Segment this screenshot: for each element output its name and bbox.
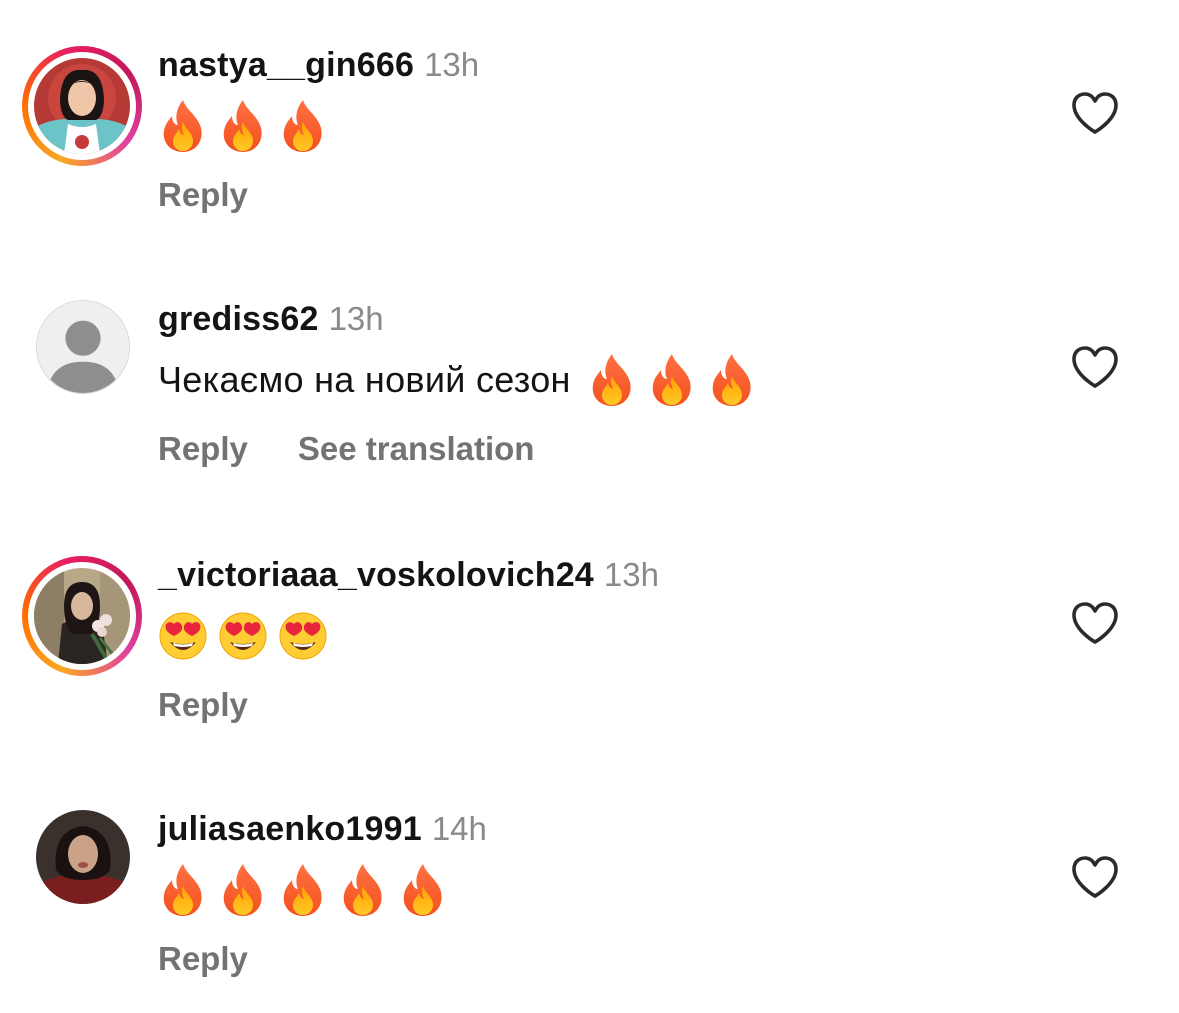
heart-icon[interactable]: [1070, 854, 1120, 900]
comment-item: juliasaenko1991 14h Reply: [0, 810, 1179, 1010]
user-photo-avatar: [36, 810, 130, 904]
heart-icon[interactable]: [1070, 344, 1120, 390]
heart-eyes-emoji: [218, 608, 268, 664]
comment-header: _victoriaaa_voskolovich24 13h: [158, 556, 659, 600]
fire-emoji: [398, 862, 448, 918]
timestamp: 13h: [424, 46, 480, 83]
timestamp: 14h: [431, 810, 487, 847]
comment-item: grediss62 13h Чекаємо на новий сезон Repl…: [0, 300, 1179, 500]
username[interactable]: juliasaenko1991: [158, 810, 422, 848]
user-photo-avatar: [34, 568, 130, 664]
comment-text: [158, 862, 458, 918]
heart-eyes-emoji: [158, 608, 208, 664]
heart-icon[interactable]: [1070, 90, 1120, 136]
timestamp: 13h: [328, 300, 384, 337]
username[interactable]: _victoriaaa_voskolovich24: [158, 556, 594, 594]
username[interactable]: grediss62: [158, 300, 319, 338]
comment-text: [158, 608, 338, 664]
comment-actions: Reply: [158, 686, 298, 724]
avatar[interactable]: [22, 46, 142, 166]
fire-emoji: [278, 98, 328, 154]
comment-actions: Reply: [158, 940, 298, 978]
avatar[interactable]: [22, 556, 142, 676]
see-translation-button[interactable]: See translation: [298, 430, 535, 467]
comment-item: nastya__gin666 13h Reply: [0, 46, 1179, 246]
comment-actions: Reply: [158, 176, 298, 214]
reply-button[interactable]: Reply: [158, 686, 248, 723]
comment-header: nastya__gin666 13h: [158, 46, 479, 90]
fire-emoji: [338, 862, 388, 918]
default-avatar: [36, 300, 130, 394]
comment-text: Чекаємо на новий сезон: [158, 352, 767, 408]
heart-icon[interactable]: [1070, 600, 1120, 646]
reply-button[interactable]: Reply: [158, 940, 248, 977]
reply-button[interactable]: Reply: [158, 430, 248, 467]
fire-emoji: [647, 352, 697, 408]
reply-button[interactable]: Reply: [158, 176, 248, 213]
username[interactable]: nastya__gin666: [158, 46, 414, 84]
comment-header: grediss62 13h: [158, 300, 384, 344]
fire-emoji: [707, 352, 757, 408]
fire-emoji: [218, 862, 268, 918]
comment-body: Чекаємо на новий сезон: [158, 359, 571, 400]
avatar[interactable]: [22, 300, 142, 420]
comment-actions: Reply See translation: [158, 430, 584, 468]
user-photo-avatar: [34, 58, 130, 154]
comment-text: [158, 98, 338, 154]
avatar[interactable]: [22, 810, 142, 930]
fire-emoji: [218, 98, 268, 154]
comment-header: juliasaenko1991 14h: [158, 810, 487, 854]
fire-emoji: [158, 98, 208, 154]
heart-eyes-emoji: [278, 608, 328, 664]
timestamp: 13h: [603, 556, 659, 593]
fire-emoji: [278, 862, 328, 918]
fire-emoji: [158, 862, 208, 918]
comment-item: _victoriaaa_voskolovich24 13h Reply: [0, 556, 1179, 756]
fire-emoji: [587, 352, 637, 408]
